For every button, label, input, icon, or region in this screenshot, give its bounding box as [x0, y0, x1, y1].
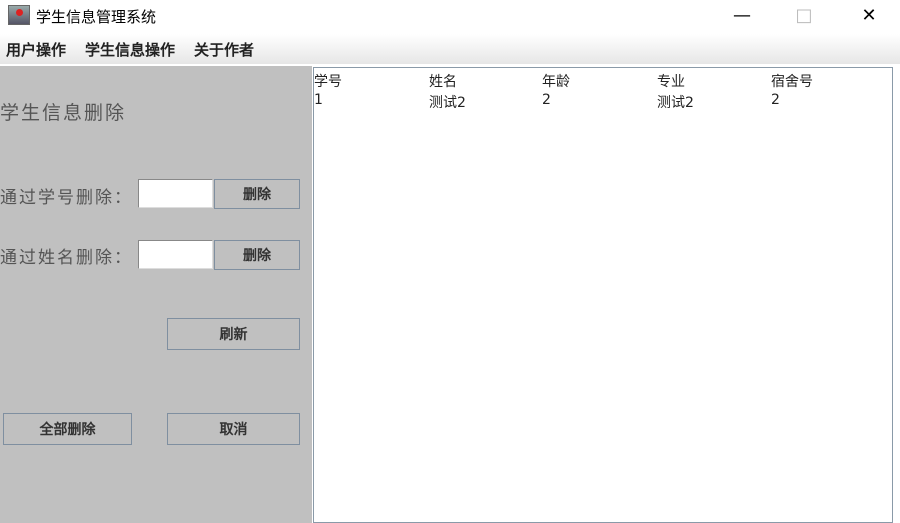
- student-id-input[interactable]: [138, 179, 213, 208]
- column-header-name[interactable]: 姓名: [429, 71, 457, 91]
- column-header-major[interactable]: 专业: [657, 71, 685, 91]
- table-cell[interactable]: 测试2: [657, 92, 694, 112]
- student-table[interactable]: 学号 姓名 年龄 专业 宿舍号 1 测试2 2 测试2 2: [313, 67, 893, 523]
- refresh-button[interactable]: 刷新: [167, 318, 300, 350]
- table-cell[interactable]: 1: [314, 92, 323, 108]
- table-cell[interactable]: 2: [771, 92, 780, 108]
- app-icon: [8, 5, 30, 25]
- delete-by-name-button[interactable]: 删除: [214, 240, 300, 270]
- delete-all-button[interactable]: 全部删除: [3, 413, 132, 445]
- menu-user-operations[interactable]: 用户操作: [6, 39, 66, 60]
- minimize-button[interactable]: —: [719, 0, 765, 30]
- student-name-input[interactable]: [138, 240, 213, 269]
- menu-student-operations[interactable]: 学生信息操作: [85, 39, 175, 60]
- delete-by-id-label: 通过学号删除：: [0, 188, 133, 208]
- column-header-id[interactable]: 学号: [314, 71, 342, 91]
- column-header-age[interactable]: 年龄: [542, 71, 570, 91]
- maximize-button[interactable]: □: [781, 0, 827, 30]
- delete-by-name-label: 通过姓名删除：: [0, 248, 133, 268]
- menu-about-author[interactable]: 关于作者: [194, 39, 254, 60]
- table-cell[interactable]: 测试2: [429, 92, 466, 112]
- table-cell[interactable]: 2: [542, 92, 551, 108]
- panel-heading: 学生信息删除: [0, 102, 127, 124]
- title-bar: 学生信息管理系统 — □ ✕: [0, 0, 900, 32]
- cancel-button[interactable]: 取消: [167, 413, 300, 445]
- window-title: 学生信息管理系统: [36, 8, 157, 26]
- delete-by-id-button[interactable]: 删除: [214, 179, 300, 209]
- column-header-dorm[interactable]: 宿舍号: [771, 71, 813, 91]
- close-button[interactable]: ✕: [846, 0, 892, 30]
- menu-bar: 用户操作 学生信息操作 关于作者: [0, 34, 900, 64]
- delete-panel: [0, 66, 312, 523]
